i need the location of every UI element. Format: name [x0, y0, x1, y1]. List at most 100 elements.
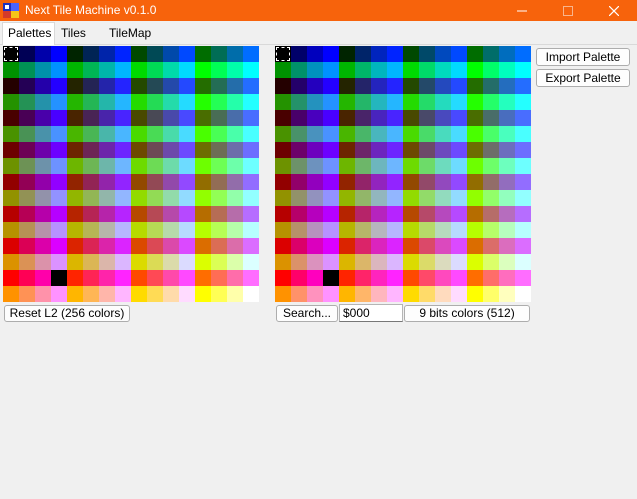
palette-swatch[interactable] [51, 110, 67, 126]
palette-swatch[interactable] [275, 62, 291, 78]
palette-swatch[interactable] [371, 174, 387, 190]
palette-swatch[interactable] [435, 174, 451, 190]
palette-swatch[interactable] [515, 174, 531, 190]
palette-swatch[interactable] [147, 286, 163, 302]
palette-swatch[interactable] [147, 174, 163, 190]
palette-swatch[interactable] [339, 62, 355, 78]
palette-swatch[interactable] [339, 46, 355, 62]
tab-tiles[interactable]: Tiles [56, 24, 100, 44]
palette-swatch[interactable] [227, 46, 243, 62]
palette-swatch[interactable] [323, 238, 339, 254]
palette-swatch[interactable] [307, 46, 323, 62]
palette-swatch[interactable] [147, 110, 163, 126]
palette-swatch[interactable] [451, 158, 467, 174]
palette-swatch[interactable] [3, 142, 19, 158]
palette-swatch[interactable] [51, 206, 67, 222]
palette-swatch[interactable] [291, 254, 307, 270]
palette-swatch[interactable] [211, 174, 227, 190]
palette-swatch[interactable] [355, 238, 371, 254]
palette-swatch[interactable] [99, 190, 115, 206]
palette-swatch[interactable] [3, 110, 19, 126]
palette-swatch[interactable] [3, 158, 19, 174]
palette-swatch[interactable] [355, 222, 371, 238]
palette-swatch[interactable] [435, 94, 451, 110]
palette-swatch[interactable] [83, 110, 99, 126]
palette-swatch[interactable] [435, 254, 451, 270]
palette-swatch[interactable] [419, 78, 435, 94]
palette-swatch[interactable] [163, 94, 179, 110]
palette-swatch[interactable] [499, 190, 515, 206]
color-mode-button[interactable]: 9 bits colors (512) [404, 305, 530, 322]
palette-swatch[interactable] [339, 142, 355, 158]
palette-swatch[interactable] [67, 94, 83, 110]
palette-swatch[interactable] [371, 78, 387, 94]
palette-swatch[interactable] [355, 46, 371, 62]
palette-swatch[interactable] [211, 206, 227, 222]
palette-swatch[interactable] [483, 238, 499, 254]
export-palette-button[interactable]: Export Palette [536, 69, 630, 87]
palette-swatch[interactable] [227, 158, 243, 174]
palette-swatch[interactable] [227, 126, 243, 142]
palette-swatch[interactable] [211, 110, 227, 126]
palette-swatch[interactable] [275, 190, 291, 206]
palette-swatch[interactable] [67, 286, 83, 302]
palette-swatch[interactable] [163, 270, 179, 286]
palette-swatch[interactable] [419, 238, 435, 254]
palette-swatch[interactable] [179, 78, 195, 94]
palette-swatch[interactable] [179, 206, 195, 222]
palette-swatch[interactable] [499, 158, 515, 174]
palette-swatch[interactable] [211, 94, 227, 110]
palette-swatch[interactable] [131, 46, 147, 62]
palette-swatch[interactable] [99, 174, 115, 190]
palette-swatch[interactable] [163, 110, 179, 126]
palette-swatch[interactable] [195, 110, 211, 126]
palette-swatch[interactable] [483, 270, 499, 286]
palette-swatch[interactable] [275, 206, 291, 222]
palette-swatch[interactable] [83, 206, 99, 222]
palette-swatch[interactable] [483, 110, 499, 126]
palette-swatch[interactable] [371, 126, 387, 142]
palette-swatch[interactable] [51, 94, 67, 110]
palette-swatch[interactable] [323, 78, 339, 94]
palette-swatch[interactable] [3, 270, 19, 286]
palette-swatch[interactable] [19, 62, 35, 78]
palette-swatch[interactable] [243, 62, 259, 78]
palette-swatch[interactable] [131, 174, 147, 190]
palette-swatch[interactable] [83, 238, 99, 254]
palette-swatch[interactable] [387, 286, 403, 302]
palette-swatch[interactable] [211, 270, 227, 286]
palette-swatch[interactable] [291, 78, 307, 94]
palette-swatch[interactable] [243, 206, 259, 222]
palette-swatch[interactable] [387, 190, 403, 206]
palette-swatch[interactable] [67, 142, 83, 158]
palette-swatch[interactable] [339, 206, 355, 222]
palette-swatch[interactable] [403, 46, 419, 62]
palette-swatch[interactable] [291, 62, 307, 78]
palette-swatch[interactable] [19, 270, 35, 286]
palette-swatch[interactable] [51, 174, 67, 190]
palette-swatch[interactable] [227, 270, 243, 286]
palette-swatch[interactable] [3, 238, 19, 254]
palette-swatch[interactable] [131, 206, 147, 222]
palette-swatch[interactable] [355, 254, 371, 270]
palette-swatch[interactable] [451, 206, 467, 222]
import-palette-button[interactable]: Import Palette [536, 48, 630, 66]
palette-swatch[interactable] [291, 174, 307, 190]
palette-swatch[interactable] [35, 174, 51, 190]
palette-swatch[interactable] [147, 142, 163, 158]
palette-swatch[interactable] [499, 286, 515, 302]
palette-swatch[interactable] [243, 110, 259, 126]
palette-swatch[interactable] [435, 158, 451, 174]
palette-swatch[interactable] [323, 190, 339, 206]
palette-swatch[interactable] [451, 126, 467, 142]
palette-swatch[interactable] [115, 190, 131, 206]
palette-swatch[interactable] [67, 206, 83, 222]
palette-swatch[interactable] [467, 254, 483, 270]
palette-swatch[interactable] [483, 46, 499, 62]
palette-swatch[interactable] [467, 206, 483, 222]
palette-swatch[interactable] [451, 174, 467, 190]
palette-swatch[interactable] [499, 110, 515, 126]
palette-swatch[interactable] [291, 286, 307, 302]
palette-swatch[interactable] [131, 190, 147, 206]
palette-swatch[interactable] [147, 206, 163, 222]
